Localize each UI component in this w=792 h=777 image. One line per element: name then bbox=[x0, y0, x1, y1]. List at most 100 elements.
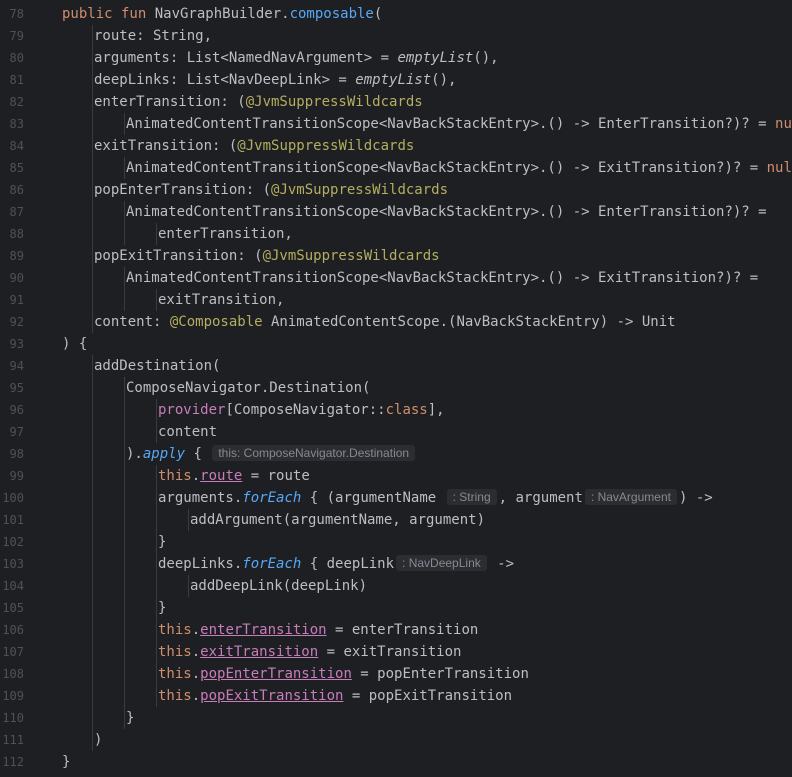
code-token: (), bbox=[431, 72, 457, 88]
property-token: popExitTransition bbox=[200, 688, 344, 704]
code-token: ). bbox=[126, 446, 143, 462]
code-line[interactable]: 100 arguments.forEach { (argumentName : S… bbox=[0, 487, 792, 509]
code-line[interactable]: 79 route: String, bbox=[0, 25, 792, 47]
code-line[interactable]: 97 content bbox=[0, 421, 792, 443]
line-number: 86 bbox=[9, 183, 24, 197]
code-text: AnimatedContentTransitionScope<NavBackSt… bbox=[126, 157, 792, 179]
code-token: = popExitTransition bbox=[343, 688, 513, 704]
keyword-token: this bbox=[158, 644, 192, 660]
code-line[interactable]: 103 deepLinks.forEach { deepLink: NavDeep… bbox=[0, 553, 792, 575]
code-token: [ComposeNavigator:: bbox=[225, 402, 386, 418]
code-line[interactable]: 108 this.popEnterTransition = popEnterTra… bbox=[0, 663, 792, 685]
code-line[interactable]: 110} bbox=[0, 707, 792, 729]
indent-guide bbox=[156, 685, 157, 707]
code-line[interactable]: 91 exitTransition, bbox=[0, 289, 792, 311]
code-token: NavGraphBuilder. bbox=[154, 6, 290, 22]
code-token: popExitTransition: ( bbox=[94, 248, 263, 264]
code-token: = exitTransition bbox=[318, 644, 462, 660]
indent-guide bbox=[156, 421, 157, 443]
indent-guide bbox=[156, 289, 157, 311]
code-text: popExitTransition: (@JvmSuppressWildcard… bbox=[94, 245, 440, 267]
line-number: 81 bbox=[9, 73, 24, 87]
code-line[interactable]: 106 this.enterTransition = enterTransitio… bbox=[0, 619, 792, 641]
line-number: 98 bbox=[9, 447, 24, 461]
keyword-token: null bbox=[775, 116, 792, 132]
function-token: apply bbox=[142, 446, 186, 462]
code-line[interactable]: 109 this.popExitTransition = popExitTrans… bbox=[0, 685, 792, 707]
indent-guide bbox=[156, 597, 157, 619]
property-token: exitTransition bbox=[200, 644, 319, 660]
code-text: exitTransition: (@JvmSuppressWildcards bbox=[94, 135, 414, 157]
indent-guide bbox=[92, 47, 93, 69]
code-line[interactable]: 78 public fun NavGraphBuilder.composable( bbox=[0, 3, 792, 25]
indent-guide bbox=[92, 113, 93, 135]
line-number: 80 bbox=[9, 51, 24, 65]
indent-guide bbox=[156, 619, 157, 641]
line-number: 99 bbox=[9, 469, 24, 483]
code-line[interactable]: 99 this.route = route bbox=[0, 465, 792, 487]
line-number: 101 bbox=[2, 513, 24, 527]
code-token: deepLinks. bbox=[158, 556, 243, 572]
code-line[interactable]: 86 popEnterTransition: (@JvmSuppressWildc… bbox=[0, 179, 792, 201]
code-line[interactable]: 93) { bbox=[0, 333, 792, 355]
line-number: 92 bbox=[9, 315, 24, 329]
code-line[interactable]: 96 provider[ComposeNavigator::class], bbox=[0, 399, 792, 421]
code-token: addDeepLink(deepLink) bbox=[190, 578, 368, 594]
code-line[interactable]: 94 addDestination( bbox=[0, 355, 792, 377]
code-line[interactable]: 84 exitTransition: (@JvmSuppressWildcards bbox=[0, 135, 792, 157]
code-text: this.exitTransition = exitTransition bbox=[158, 641, 461, 663]
property-token: popEnterTransition bbox=[200, 666, 352, 682]
code-text: addDeepLink(deepLink) bbox=[190, 575, 367, 597]
annotation-token: @JvmSuppressWildcards bbox=[237, 138, 415, 154]
code-line[interactable]: 111) bbox=[0, 729, 792, 751]
indent-guide bbox=[92, 641, 93, 663]
code-line[interactable]: 107 this.exitTransition = exitTransition bbox=[0, 641, 792, 663]
code-line[interactable]: 98).apply { this: ComposeNavigator.Desti… bbox=[0, 443, 792, 465]
line-number: 78 bbox=[9, 7, 24, 21]
code-line[interactable]: 95 ComposeNavigator.Destination( bbox=[0, 377, 792, 399]
indent-guide bbox=[124, 663, 125, 685]
indent-guide bbox=[92, 179, 93, 201]
code-line[interactable]: 81 deepLinks: List<NavDeepLink> = emptyLi… bbox=[0, 69, 792, 91]
code-line[interactable]: 82 enterTransition: (@JvmSuppressWildcard… bbox=[0, 91, 792, 113]
code-token: enterTransition: ( bbox=[94, 94, 246, 110]
code-line[interactable]: 88 enterTransition, bbox=[0, 223, 792, 245]
inlay-type-hint: : NavDeepLink bbox=[396, 555, 487, 571]
code-line[interactable]: 80 arguments: List<NamedNavArgument> = em… bbox=[0, 47, 792, 69]
line-number: 90 bbox=[9, 271, 24, 285]
indent-guide bbox=[124, 377, 125, 399]
code-line[interactable]: 89 popExitTransition: (@JvmSuppressWildca… bbox=[0, 245, 792, 267]
annotation-token: @Composable bbox=[169, 314, 263, 330]
indent-guide bbox=[92, 157, 93, 179]
code-line[interactable]: 90 AnimatedContentTransitionScope<NavBack… bbox=[0, 267, 792, 289]
annotation-token: @JvmSuppressWildcards bbox=[271, 182, 449, 198]
code-token: . bbox=[191, 622, 201, 638]
annotation-token: @JvmSuppressWildcards bbox=[245, 94, 423, 110]
code-line[interactable]: 92 content: @Composable AnimatedContentSc… bbox=[0, 311, 792, 333]
code-line[interactable]: 85 AnimatedContentTransitionScope<NavBack… bbox=[0, 157, 792, 179]
indent-guide bbox=[124, 707, 125, 729]
code-editor[interactable]: 78 public fun NavGraphBuilder.composable(… bbox=[0, 0, 792, 777]
code-line[interactable]: 102} bbox=[0, 531, 792, 553]
code-line[interactable]: 112} bbox=[0, 751, 792, 773]
indent-guide bbox=[92, 135, 93, 157]
indent-guide bbox=[92, 377, 93, 399]
code-token: ) -> bbox=[678, 490, 713, 506]
code-line[interactable]: 87 AnimatedContentTransitionScope<NavBack… bbox=[0, 201, 792, 223]
code-text: popEnterTransition: (@JvmSuppressWildcar… bbox=[94, 179, 448, 201]
code-line[interactable]: 105} bbox=[0, 597, 792, 619]
code-token: , argument bbox=[498, 490, 583, 506]
code-line[interactable]: 83 AnimatedContentTransitionScope<NavBack… bbox=[0, 113, 792, 135]
code-token: exitTransition, bbox=[158, 292, 285, 308]
function-call-token: emptyList bbox=[355, 72, 432, 88]
annotation-token: @JvmSuppressWildcards bbox=[262, 248, 440, 264]
code-token: AnimatedContentTransitionScope<NavBackSt… bbox=[126, 204, 767, 220]
code-line[interactable]: 101 addArgument(argumentName, argument) bbox=[0, 509, 792, 531]
code-token: addDestination( bbox=[94, 358, 221, 374]
code-token: = route bbox=[242, 468, 310, 484]
code-token: ) { bbox=[62, 336, 88, 352]
code-token: AnimatedContentTransitionScope<NavBackSt… bbox=[126, 116, 776, 132]
indent-guide bbox=[92, 267, 93, 289]
indent-guide bbox=[124, 575, 125, 597]
code-line[interactable]: 104 addDeepLink(deepLink) bbox=[0, 575, 792, 597]
